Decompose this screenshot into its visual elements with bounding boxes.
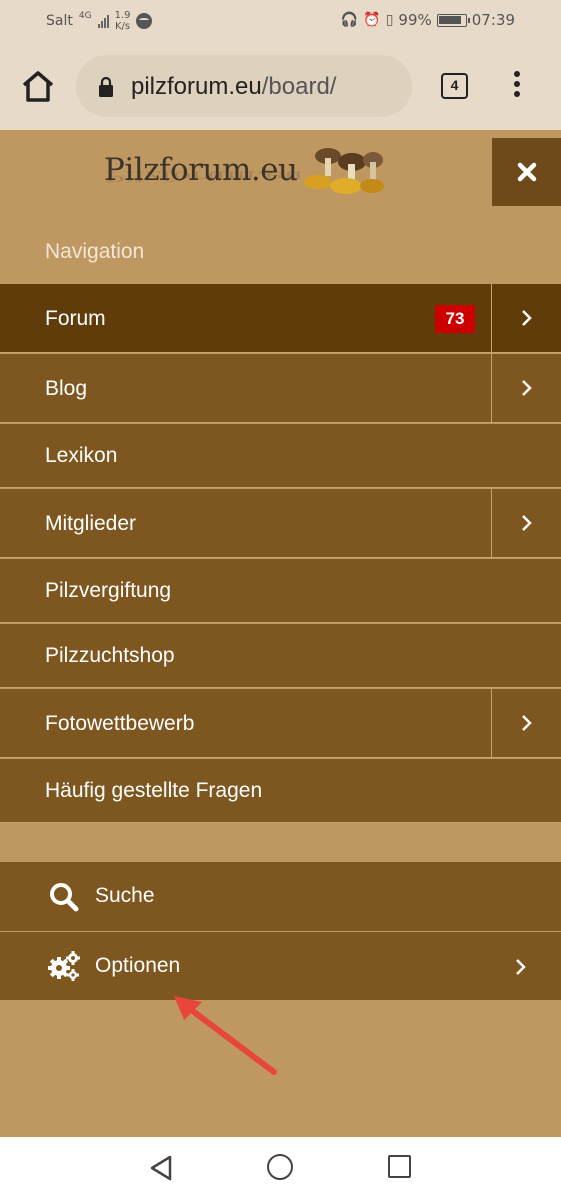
submenu-toggle[interactable] [491, 284, 561, 352]
battery-icon [436, 13, 470, 27]
tab-switcher-button[interactable]: 4 [441, 73, 468, 99]
status-bar: Salt 4G 1.9 K/s 🎧 ⏰ ▯ 99% 07:39 [0, 0, 561, 42]
submenu-toggle[interactable] [491, 489, 561, 557]
back-icon[interactable] [148, 1155, 174, 1181]
browser-menu-icon[interactable] [513, 71, 521, 101]
search-icon [50, 883, 79, 912]
home-button[interactable] [267, 1154, 293, 1180]
menu-item-lexikon[interactable]: Lexikon [0, 424, 561, 488]
navigation-heading: Navigation [45, 240, 145, 263]
site-logo[interactable]: Pilzforum.eu Pilzforum.eu [100, 142, 390, 200]
network-type: 4G [78, 11, 92, 21]
system-navigation-bar [0, 1137, 561, 1200]
menu-item-label: Lexikon [45, 444, 118, 467]
clock: 07:39 [471, 11, 515, 29]
gears-icon [48, 951, 80, 981]
signal-icon [97, 14, 109, 28]
chevron-right-icon[interactable] [515, 958, 527, 976]
menu-item-mitglieder[interactable]: Mitglieder [0, 489, 561, 558]
url-text: pilzforum.eu/board/ [131, 73, 337, 100]
menu-item-häufig-gestellte-fragen[interactable]: Häufig gestellte Fragen [0, 759, 561, 823]
menu-item-pilzzuchtshop[interactable]: Pilzzuchtshop [0, 624, 561, 688]
menu-item-label: Forum [45, 307, 106, 330]
menu-item-pilzvergiftung[interactable]: Pilzvergiftung [0, 559, 561, 623]
menu-item-label: Fotowettbewerb [45, 712, 195, 735]
network-speed: 1.9 K/s [114, 10, 131, 32]
recent-apps-button[interactable] [388, 1155, 411, 1178]
search-menu-item[interactable]: Suche [0, 862, 561, 931]
search-label: Suche [95, 884, 155, 907]
menu-item-label: Blog [45, 377, 88, 400]
submenu-toggle[interactable] [491, 689, 561, 757]
close-icon [517, 162, 536, 182]
address-bar[interactable]: pilzforum.eu/board/ [76, 55, 412, 117]
spotify-icon [136, 13, 153, 29]
lock-icon [99, 77, 113, 97]
chevron-right-icon [521, 515, 532, 531]
chevron-right-icon [521, 380, 532, 396]
mushrooms-icon [304, 148, 384, 194]
unread-count-badge: 73 [435, 305, 475, 333]
menu-item-label: Pilzzuchtshop [45, 644, 175, 667]
menu-item-label: Häufig gestellte Fragen [45, 779, 263, 802]
menu-item-fotowettbewerb[interactable]: Fotowettbewerb [0, 689, 561, 758]
menu-item-blog[interactable]: Blog [0, 354, 561, 423]
chevron-right-icon [521, 310, 532, 326]
headphones-icon: 🎧 [340, 12, 359, 28]
menu-item-forum[interactable]: Forum 73 [0, 284, 561, 353]
alarm-icon: ⏰ [363, 12, 381, 28]
options-label: Optionen [95, 954, 181, 977]
menu-item-label: Pilzvergiftung [45, 579, 172, 602]
chevron-right-icon [521, 715, 532, 731]
vibrate-icon: ▯ [385, 12, 394, 28]
close-menu-button[interactable] [492, 138, 561, 206]
battery-percent: 99% [398, 11, 432, 29]
annotation-arrow [174, 996, 277, 1075]
home-icon[interactable] [20, 69, 56, 103]
submenu-toggle[interactable] [491, 354, 561, 422]
menu-item-label: Mitglieder [45, 512, 137, 535]
carrier-name: Salt [46, 13, 73, 29]
browser-toolbar: pilzforum.eu/board/ 4 [0, 42, 561, 130]
